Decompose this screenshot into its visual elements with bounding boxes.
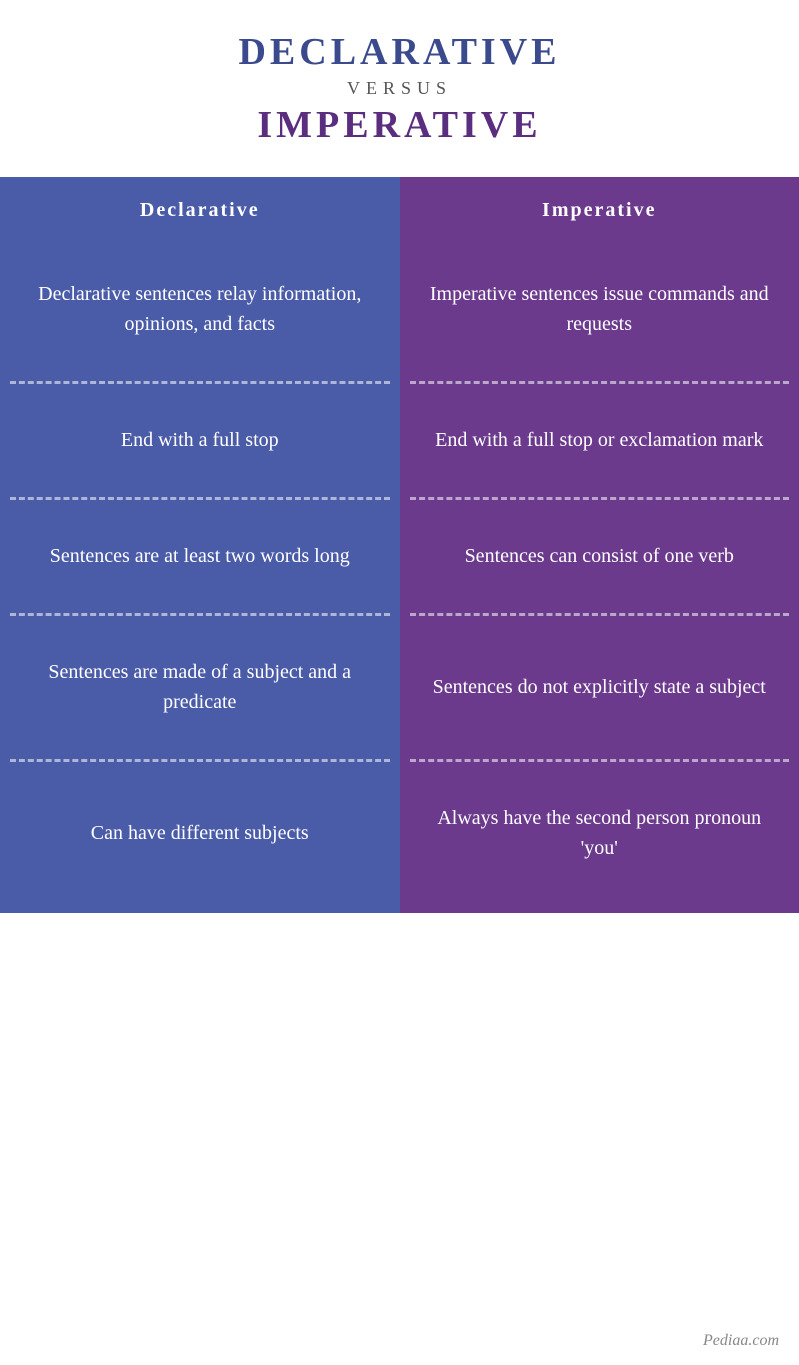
- cell-text-left-4: Can have different subjects: [91, 818, 309, 848]
- cell-left-1: End with a full stop: [0, 390, 400, 490]
- cell-text-left-2: Sentences are at least two words long: [50, 541, 350, 571]
- dashed-divider-2: [0, 490, 799, 506]
- dashed-divider-1: [0, 374, 799, 390]
- col-header-label-right: Imperative: [542, 199, 656, 221]
- dashed-divider-3: [0, 606, 799, 622]
- dashed-divider-4: [0, 752, 799, 768]
- table-row: Sentences are made of a subject and a pr…: [0, 622, 799, 752]
- title-versus: VERSUS: [20, 78, 779, 99]
- cell-right-0: Imperative sentences issue commands and …: [400, 244, 799, 374]
- table-row: Can have different subjects Always have …: [0, 768, 799, 913]
- col-header-right: Imperative: [400, 177, 799, 244]
- header: DECLARATIVE VERSUS IMPERATIVE: [0, 0, 799, 177]
- cell-text-right-3: Sentences do not explicitly state a subj…: [433, 672, 766, 702]
- cell-text-left-0: Declarative sentences relay information,…: [30, 279, 370, 339]
- title-imperative: IMPERATIVE: [20, 103, 779, 147]
- cell-left-0: Declarative sentences relay information,…: [0, 244, 400, 374]
- table-row: Declarative sentences relay information,…: [0, 244, 799, 374]
- cell-right-3: Sentences do not explicitly state a subj…: [400, 622, 799, 752]
- footer: Pediaa.com: [0, 1322, 799, 1365]
- cell-text-left-3: Sentences are made of a subject and a pr…: [30, 657, 370, 717]
- cell-left-4: Can have different subjects: [0, 768, 400, 913]
- title-declarative: DECLARATIVE: [20, 30, 779, 74]
- cell-left-2: Sentences are at least two words long: [0, 506, 400, 606]
- cell-text-right-0: Imperative sentences issue commands and …: [430, 279, 770, 339]
- col-header-label-left: Declarative: [140, 199, 260, 221]
- column-header-row: Declarative Imperative: [0, 177, 799, 244]
- cell-text-right-1: End with a full stop or exclamation mark: [435, 425, 763, 455]
- table-row: End with a full stop End with a full sto…: [0, 390, 799, 490]
- comparison-table: Declarative Imperative Declarative sente…: [0, 177, 799, 1322]
- cell-right-2: Sentences can consist of one verb: [400, 506, 799, 606]
- table-row: Sentences are at least two words long Se…: [0, 506, 799, 606]
- cell-right-4: Always have the second person pronoun 'y…: [400, 768, 799, 913]
- cell-text-right-2: Sentences can consist of one verb: [465, 541, 734, 571]
- cell-text-left-1: End with a full stop: [121, 425, 279, 455]
- col-header-left: Declarative: [0, 177, 400, 244]
- cell-right-1: End with a full stop or exclamation mark: [400, 390, 799, 490]
- cell-left-3: Sentences are made of a subject and a pr…: [0, 622, 400, 752]
- cell-text-right-4: Always have the second person pronoun 'y…: [430, 803, 770, 863]
- brand-label: Pediaa.com: [703, 1332, 779, 1349]
